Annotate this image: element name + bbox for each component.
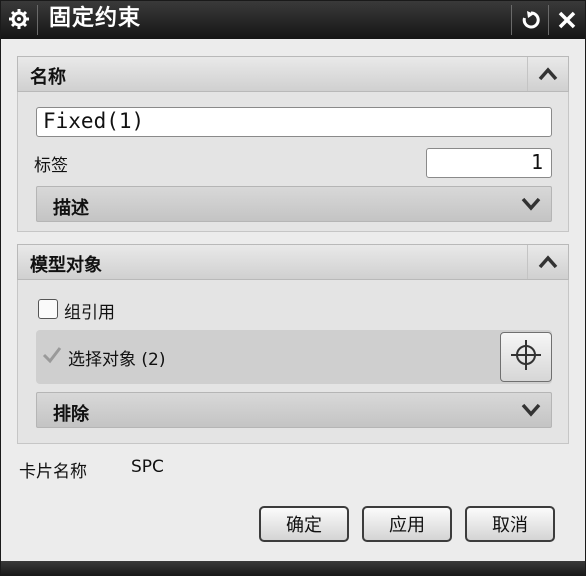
checkmark-icon [42,346,62,368]
description-title: 描述 [53,198,89,219]
group-ref-label: 组引用 [64,303,115,323]
model-objects-section-header[interactable]: 模型对象 [17,244,569,280]
tag-label: 标签 [34,156,68,176]
cancel-button[interactable]: 取消 [465,506,555,542]
name-section-body: Fixed(1) 标签 1 描述 [17,92,569,232]
reset-icon[interactable] [517,6,545,34]
crosshair-icon [509,338,543,376]
dialog-title: 固定约束 [49,6,142,31]
close-icon[interactable] [553,6,581,34]
apply-button[interactable]: 应用 [362,506,452,542]
bottom-border [1,561,585,575]
name-section-title: 名称 [30,67,66,88]
select-objects-row[interactable]: 选择对象 (2) [36,330,552,384]
name-input[interactable]: Fixed(1) [36,107,552,137]
title-bar: 固定约束 [1,1,585,39]
name-section-header[interactable]: 名称 [17,56,569,92]
select-objects-label: 选择对象 (2) [68,350,166,370]
select-object-button[interactable] [500,332,552,382]
group-ref-checkbox[interactable] [38,299,58,319]
title-separator [511,5,512,35]
description-collapse[interactable]: 描述 [36,186,552,222]
card-name-label: 卡片名称 [19,462,87,482]
exclude-title: 排除 [53,404,89,425]
model-objects-section-body: 组引用 选择对象 (2) 排除 [17,280,569,444]
chevron-down-icon [521,402,541,421]
exclude-collapse[interactable]: 排除 [36,392,552,428]
model-objects-section-title: 模型对象 [30,255,102,276]
card-name-value: SPC [131,457,164,477]
ok-button[interactable]: 确定 [259,506,349,542]
title-separator [37,5,38,35]
gear-icon[interactable] [7,7,31,31]
chevron-up-icon[interactable] [527,245,568,279]
tag-input[interactable]: 1 [426,148,552,178]
fixed-constraint-dialog: 固定约束 名称 Fixed(1) 标签 1 描述 模型对象 组引用 选择对象 (… [0,0,586,576]
chevron-down-icon [521,196,541,215]
title-separator [548,5,549,35]
chevron-up-icon[interactable] [527,57,568,91]
